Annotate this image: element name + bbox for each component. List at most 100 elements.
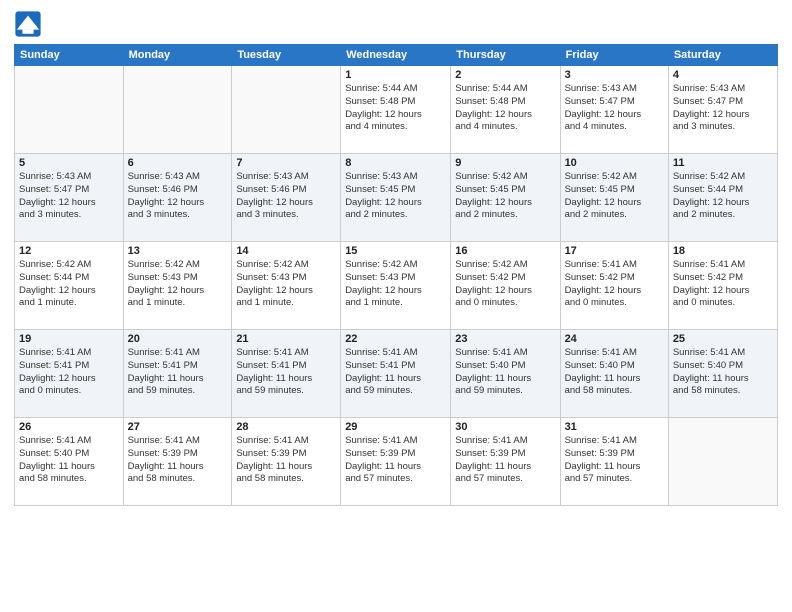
- week-row-3: 19 Sunrise: 5:41 AM Sunset: 5:41 PM Dayli…: [15, 330, 778, 418]
- day-number: 26: [19, 421, 119, 433]
- day-cell: 10 Sunrise: 5:42 AM Sunset: 5:45 PM Dayli…: [560, 154, 668, 242]
- day-cell: 12 Sunrise: 5:42 AM Sunset: 5:44 PM Dayli…: [15, 242, 124, 330]
- day-cell: 28 Sunrise: 5:41 AM Sunset: 5:39 PM Dayli…: [232, 418, 341, 506]
- day-cell: [15, 66, 124, 154]
- day-number: 8: [345, 157, 446, 169]
- day-info: Sunrise: 5:43 AM Sunset: 5:47 PM Dayligh…: [565, 83, 664, 134]
- day-number: 12: [19, 245, 119, 257]
- day-number: 11: [673, 157, 773, 169]
- header: [14, 10, 778, 38]
- day-cell: 24 Sunrise: 5:41 AM Sunset: 5:40 PM Dayli…: [560, 330, 668, 418]
- day-cell: [123, 66, 232, 154]
- logo: [14, 10, 45, 38]
- day-info: Sunrise: 5:41 AM Sunset: 5:42 PM Dayligh…: [673, 259, 773, 310]
- day-number: 19: [19, 333, 119, 345]
- day-cell: 14 Sunrise: 5:42 AM Sunset: 5:43 PM Dayli…: [232, 242, 341, 330]
- day-cell: 1 Sunrise: 5:44 AM Sunset: 5:48 PM Daylig…: [341, 66, 451, 154]
- day-info: Sunrise: 5:41 AM Sunset: 5:39 PM Dayligh…: [236, 435, 336, 486]
- day-info: Sunrise: 5:44 AM Sunset: 5:48 PM Dayligh…: [345, 83, 446, 134]
- weekday-header-monday: Monday: [123, 45, 232, 66]
- day-cell: [668, 418, 777, 506]
- day-info: Sunrise: 5:42 AM Sunset: 5:42 PM Dayligh…: [455, 259, 555, 310]
- day-number: 17: [565, 245, 664, 257]
- day-info: Sunrise: 5:43 AM Sunset: 5:47 PM Dayligh…: [673, 83, 773, 134]
- day-info: Sunrise: 5:42 AM Sunset: 5:43 PM Dayligh…: [345, 259, 446, 310]
- day-info: Sunrise: 5:41 AM Sunset: 5:39 PM Dayligh…: [565, 435, 664, 486]
- day-cell: 5Sunrise: 5:43 AM Sunset: 5:47 PM Daylig…: [15, 154, 124, 242]
- day-number: 14: [236, 245, 336, 257]
- day-number: 24: [565, 333, 664, 345]
- week-row-1: 5Sunrise: 5:43 AM Sunset: 5:47 PM Daylig…: [15, 154, 778, 242]
- day-info: Sunrise: 5:43 AM Sunset: 5:46 PM Dayligh…: [236, 171, 336, 222]
- day-info: Sunrise: 5:42 AM Sunset: 5:45 PM Dayligh…: [565, 171, 664, 222]
- day-info: Sunrise: 5:41 AM Sunset: 5:40 PM Dayligh…: [565, 347, 664, 398]
- day-cell: 27 Sunrise: 5:41 AM Sunset: 5:39 PM Dayli…: [123, 418, 232, 506]
- main-container: SundayMondayTuesdayWednesdayThursdayFrid…: [0, 0, 792, 516]
- day-cell: 31 Sunrise: 5:41 AM Sunset: 5:39 PM Dayli…: [560, 418, 668, 506]
- day-number: 6: [128, 157, 228, 169]
- day-cell: [232, 66, 341, 154]
- day-number: 7: [236, 157, 336, 169]
- weekday-header-wednesday: Wednesday: [341, 45, 451, 66]
- day-number: 1: [345, 69, 446, 81]
- day-info: Sunrise: 5:42 AM Sunset: 5:45 PM Dayligh…: [455, 171, 555, 222]
- logo-icon: [14, 10, 42, 38]
- day-info: Sunrise: 5:41 AM Sunset: 5:40 PM Dayligh…: [673, 347, 773, 398]
- day-info: Sunrise: 5:42 AM Sunset: 5:43 PM Dayligh…: [128, 259, 228, 310]
- day-cell: 8Sunrise: 5:43 AM Sunset: 5:45 PM Daylig…: [341, 154, 451, 242]
- day-number: 15: [345, 245, 446, 257]
- day-cell: 11 Sunrise: 5:42 AM Sunset: 5:44 PM Dayli…: [668, 154, 777, 242]
- day-info: Sunrise: 5:41 AM Sunset: 5:40 PM Dayligh…: [455, 347, 555, 398]
- day-cell: 9Sunrise: 5:42 AM Sunset: 5:45 PM Daylig…: [451, 154, 560, 242]
- day-info: Sunrise: 5:41 AM Sunset: 5:41 PM Dayligh…: [345, 347, 446, 398]
- weekday-header-tuesday: Tuesday: [232, 45, 341, 66]
- weekday-header-row: SundayMondayTuesdayWednesdayThursdayFrid…: [15, 45, 778, 66]
- day-cell: 21Sunrise: 5:41 AM Sunset: 5:41 PM Dayli…: [232, 330, 341, 418]
- day-number: 10: [565, 157, 664, 169]
- day-cell: 25 Sunrise: 5:41 AM Sunset: 5:40 PM Dayli…: [668, 330, 777, 418]
- day-number: 29: [345, 421, 446, 433]
- day-cell: 15 Sunrise: 5:42 AM Sunset: 5:43 PM Dayli…: [341, 242, 451, 330]
- weekday-header-thursday: Thursday: [451, 45, 560, 66]
- day-cell: 13 Sunrise: 5:42 AM Sunset: 5:43 PM Dayli…: [123, 242, 232, 330]
- calendar-table: SundayMondayTuesdayWednesdayThursdayFrid…: [14, 44, 778, 506]
- day-cell: 23Sunrise: 5:41 AM Sunset: 5:40 PM Dayli…: [451, 330, 560, 418]
- day-cell: 7 Sunrise: 5:43 AM Sunset: 5:46 PM Daylig…: [232, 154, 341, 242]
- day-info: Sunrise: 5:42 AM Sunset: 5:43 PM Dayligh…: [236, 259, 336, 310]
- day-info: Sunrise: 5:43 AM Sunset: 5:46 PM Dayligh…: [128, 171, 228, 222]
- day-number: 27: [128, 421, 228, 433]
- day-info: Sunrise: 5:41 AM Sunset: 5:39 PM Dayligh…: [128, 435, 228, 486]
- day-cell: 17 Sunrise: 5:41 AM Sunset: 5:42 PM Dayli…: [560, 242, 668, 330]
- day-number: 25: [673, 333, 773, 345]
- week-row-4: 26Sunrise: 5:41 AM Sunset: 5:40 PM Dayli…: [15, 418, 778, 506]
- day-number: 30: [455, 421, 555, 433]
- weekday-header-sunday: Sunday: [15, 45, 124, 66]
- day-info: Sunrise: 5:41 AM Sunset: 5:41 PM Dayligh…: [236, 347, 336, 398]
- day-cell: 3Sunrise: 5:43 AM Sunset: 5:47 PM Daylig…: [560, 66, 668, 154]
- day-number: 20: [128, 333, 228, 345]
- day-number: 2: [455, 69, 555, 81]
- day-info: Sunrise: 5:43 AM Sunset: 5:47 PM Dayligh…: [19, 171, 119, 222]
- day-number: 18: [673, 245, 773, 257]
- week-row-0: 1 Sunrise: 5:44 AM Sunset: 5:48 PM Daylig…: [15, 66, 778, 154]
- day-cell: 19 Sunrise: 5:41 AM Sunset: 5:41 PM Dayli…: [15, 330, 124, 418]
- weekday-header-friday: Friday: [560, 45, 668, 66]
- day-info: Sunrise: 5:42 AM Sunset: 5:44 PM Dayligh…: [673, 171, 773, 222]
- day-info: Sunrise: 5:41 AM Sunset: 5:41 PM Dayligh…: [128, 347, 228, 398]
- day-number: 28: [236, 421, 336, 433]
- day-cell: 6 Sunrise: 5:43 AM Sunset: 5:46 PM Daylig…: [123, 154, 232, 242]
- day-info: Sunrise: 5:41 AM Sunset: 5:41 PM Dayligh…: [19, 347, 119, 398]
- day-info: Sunrise: 5:41 AM Sunset: 5:39 PM Dayligh…: [455, 435, 555, 486]
- day-number: 13: [128, 245, 228, 257]
- day-cell: 29Sunrise: 5:41 AM Sunset: 5:39 PM Dayli…: [341, 418, 451, 506]
- day-info: Sunrise: 5:41 AM Sunset: 5:42 PM Dayligh…: [565, 259, 664, 310]
- day-cell: 20 Sunrise: 5:41 AM Sunset: 5:41 PM Dayli…: [123, 330, 232, 418]
- day-info: Sunrise: 5:44 AM Sunset: 5:48 PM Dayligh…: [455, 83, 555, 134]
- day-info: Sunrise: 5:42 AM Sunset: 5:44 PM Dayligh…: [19, 259, 119, 310]
- day-cell: 18 Sunrise: 5:41 AM Sunset: 5:42 PM Dayli…: [668, 242, 777, 330]
- day-cell: 22Sunrise: 5:41 AM Sunset: 5:41 PM Dayli…: [341, 330, 451, 418]
- day-cell: 26Sunrise: 5:41 AM Sunset: 5:40 PM Dayli…: [15, 418, 124, 506]
- day-cell: 4Sunrise: 5:43 AM Sunset: 5:47 PM Daylig…: [668, 66, 777, 154]
- day-cell: 16Sunrise: 5:42 AM Sunset: 5:42 PM Dayli…: [451, 242, 560, 330]
- day-number: 31: [565, 421, 664, 433]
